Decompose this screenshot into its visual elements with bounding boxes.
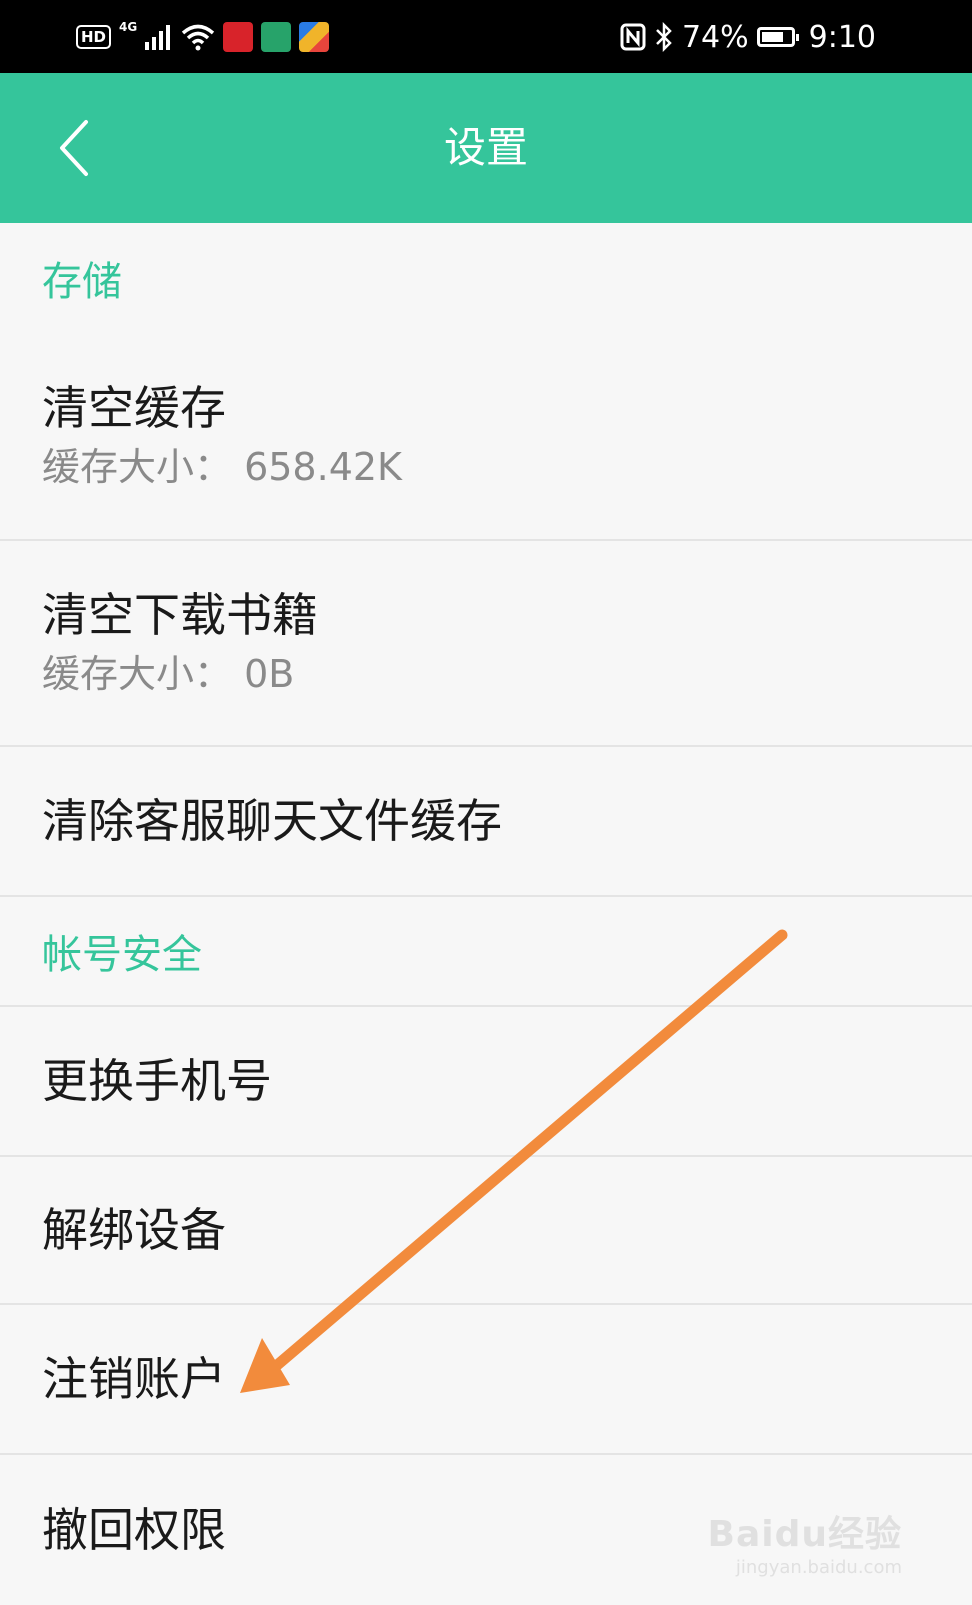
settings-list: 存储 清空缓存 缓存大小： 658.42K 清空下载书籍 缓存大小： 0B 清除… (0, 223, 972, 1605)
battery-percent: 74% (681, 19, 749, 55)
app-bar: 设置 (0, 73, 972, 223)
item-title: 撤回权限 (42, 1503, 226, 1557)
unbind-device-item[interactable]: 解绑设备 (0, 1157, 972, 1305)
notification-app-icon-2 (299, 22, 330, 52)
section-header-account: 帐号安全 (0, 897, 972, 1007)
notification-app-icon (223, 22, 254, 52)
status-right: 74% 9:10 (620, 19, 876, 55)
item-title: 清空缓存 (42, 381, 226, 435)
item-title: 解绑设备 (42, 1203, 226, 1257)
clock: 9:10 (808, 19, 876, 55)
wifi-icon (182, 24, 215, 51)
item-subtitle: 缓存大小： 0B (42, 652, 295, 696)
item-title: 清除客服聊天文件缓存 (42, 794, 502, 848)
clear-books-item[interactable]: 清空下载书籍 缓存大小： 0B (0, 541, 972, 747)
section-header-storage: 存储 (42, 259, 122, 305)
change-phone-item[interactable]: 更换手机号 (0, 1007, 972, 1157)
item-subtitle: 缓存大小： 658.42K (42, 445, 402, 489)
item-title: 更换手机号 (42, 1054, 272, 1108)
cancel-account-item[interactable]: 注销账户 (0, 1305, 972, 1455)
battery-icon (756, 27, 799, 47)
nfc-icon (620, 23, 646, 51)
watermark-url: jingyan.baidu.com (735, 1557, 902, 1578)
clear-cache-item[interactable]: 清空缓存 缓存大小： 658.42K (0, 333, 972, 541)
watermark: Baidu经验 jingyan.baidu.com (708, 1505, 902, 1578)
hd-badge: HD (76, 25, 112, 49)
network-type: 4G (119, 20, 138, 34)
watermark-logo: Baidu经验 (707, 1514, 902, 1555)
clear-chat-cache-item[interactable]: 清除客服聊天文件缓存 (0, 747, 972, 897)
notification-home-icon (261, 22, 292, 52)
bluetooth-icon (656, 22, 672, 52)
item-title: 清空下载书籍 (42, 588, 318, 642)
page-title: 设置 (443, 123, 528, 172)
item-title: 注销账户 (42, 1352, 226, 1406)
status-left: HD 4G (76, 20, 330, 54)
cellular-signal-icon (145, 25, 171, 50)
status-bar: HD 4G 74% 9:10 (0, 0, 972, 73)
